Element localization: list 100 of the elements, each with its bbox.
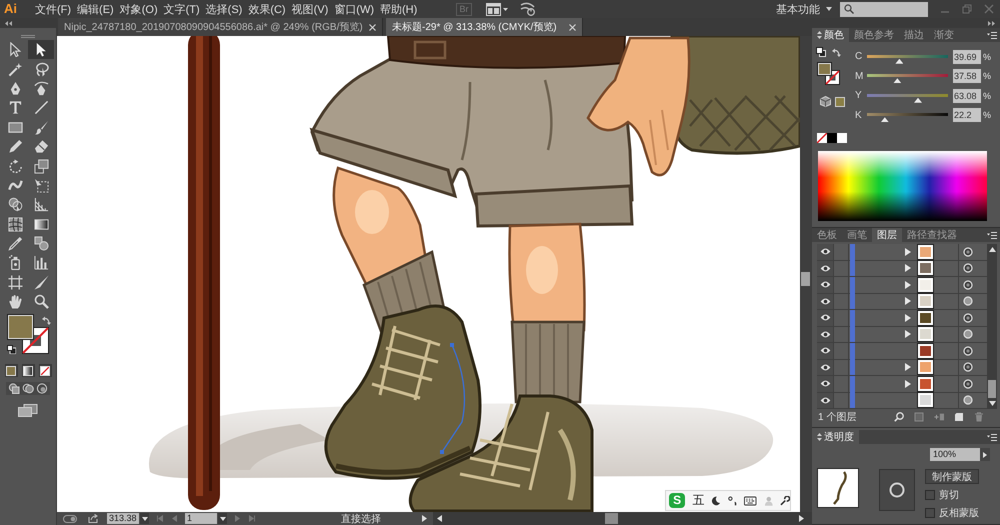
visibility-toggle[interactable] — [817, 343, 833, 358]
search-icon[interactable] — [894, 412, 904, 422]
wrench-icon[interactable] — [780, 496, 790, 506]
layer-row[interactable] — [817, 294, 987, 310]
expand-triangle-icon[interactable] — [905, 264, 911, 272]
target-icon[interactable] — [963, 280, 973, 290]
target-icon[interactable] — [963, 263, 973, 274]
slider-thumb[interactable] — [914, 98, 922, 103]
panel-tab[interactable]: 渐变 — [929, 28, 959, 42]
visibility-toggle[interactable] — [817, 392, 833, 408]
panel-tab[interactable]: 透明度 — [812, 430, 859, 444]
default-colors-icon[interactable] — [7, 345, 16, 354]
scroll-left-icon[interactable] — [437, 515, 442, 522]
gradient-mode-button[interactable] — [22, 364, 34, 378]
layer-row[interactable] — [817, 244, 987, 260]
visibility-toggle[interactable] — [817, 360, 833, 375]
artboard-dropdown[interactable] — [218, 513, 227, 524]
layer-row[interactable] — [817, 277, 987, 294]
direct-selection-tool[interactable] — [28, 40, 54, 60]
opacity-slider-button[interactable] — [980, 448, 990, 461]
scroll-thumb[interactable] — [605, 513, 618, 524]
zoom-dropdown[interactable] — [140, 513, 149, 524]
layer-row[interactable] — [817, 343, 987, 360]
keyboard-icon[interactable] — [744, 496, 757, 506]
panel-tab[interactable]: 色板 — [812, 228, 842, 242]
arrange-documents-icon[interactable] — [486, 2, 508, 16]
menu-item[interactable]: 对象(O) — [120, 2, 158, 16]
panel-menu-icon[interactable] — [987, 434, 997, 440]
color-swatch[interactable] — [827, 133, 837, 143]
target-icon[interactable] — [963, 329, 973, 340]
panel-tab[interactable]: 描边 — [899, 28, 929, 42]
target-icon[interactable] — [963, 296, 973, 306]
menu-item[interactable]: 文字(T) — [164, 2, 200, 16]
menu-item[interactable]: 编辑(E) — [77, 2, 114, 16]
moon-icon[interactable] — [711, 496, 721, 506]
punctuation-icon[interactable] — [728, 496, 738, 506]
fill-swatch[interactable] — [7, 314, 34, 340]
slider-thumb[interactable] — [893, 78, 902, 84]
visibility-toggle[interactable] — [817, 376, 833, 392]
default-colors-icon[interactable] — [816, 47, 826, 57]
screen-mode-icon[interactable] — [18, 404, 38, 418]
target-icon[interactable] — [963, 246, 973, 257]
visibility-toggle[interactable] — [817, 294, 833, 309]
panel-tab[interactable]: 颜色 — [812, 28, 849, 42]
layer-row[interactable] — [817, 376, 987, 392]
expand-triangle-icon[interactable] — [905, 363, 911, 372]
search-field[interactable] — [840, 2, 928, 16]
web-color-swatch[interactable] — [835, 96, 845, 106]
document-tab[interactable]: Nipic_24787180_20190708090904556086.ai* @ 249% (RGB/预览) — [58, 18, 383, 36]
fill-swatch[interactable] — [817, 62, 832, 76]
scroll-up-icon[interactable] — [988, 247, 996, 252]
page-icon[interactable] — [954, 412, 964, 422]
expand-triangle-icon[interactable] — [905, 330, 911, 338]
scroll-down-icon[interactable] — [988, 401, 996, 406]
panel-menu-icon[interactable] — [987, 32, 997, 38]
menu-item[interactable]: 选择(S) — [206, 2, 242, 16]
expand-triangle-icon[interactable] — [905, 248, 911, 256]
collapse-icon[interactable] — [988, 20, 996, 26]
color-swatch[interactable] — [837, 133, 847, 143]
color-spectrum[interactable] — [818, 151, 987, 221]
target-icon[interactable] — [963, 346, 973, 356]
scroll-thumb[interactable] — [988, 380, 996, 398]
slider-thumb[interactable] — [895, 58, 904, 64]
visibility-toggle[interactable] — [817, 244, 833, 260]
visibility-toggle[interactable] — [817, 310, 833, 326]
target-icon[interactable] — [963, 378, 973, 389]
collapse-arrows-icon[interactable] — [817, 433, 822, 441]
panel-tab[interactable]: 路径查找器 — [902, 228, 962, 242]
layers-scrollbar[interactable] — [987, 244, 997, 409]
value-field[interactable]: 39.69 — [953, 50, 981, 64]
expand-triangle-icon[interactable] — [905, 280, 911, 289]
panel-tab[interactable]: 画笔 — [842, 228, 872, 242]
scroll-right-icon[interactable] — [799, 515, 804, 522]
export-icon[interactable] — [88, 514, 98, 523]
value-field[interactable]: 63.08 — [953, 88, 981, 103]
visibility-toggle[interactable] — [817, 326, 833, 342]
expand-triangle-icon[interactable] — [905, 297, 911, 306]
expand-triangle-icon[interactable] — [905, 380, 911, 388]
swap-arrows-icon[interactable] — [832, 48, 841, 56]
menu-item[interactable]: 帮助(H) — [380, 2, 418, 16]
mask-button[interactable] — [879, 469, 915, 511]
none-swatch[interactable] — [817, 133, 827, 143]
make-mask-button[interactable]: 制作蒙版 — [925, 469, 979, 484]
draw-inside-icon[interactable] — [36, 383, 48, 394]
target-icon[interactable] — [963, 312, 973, 323]
layer-row[interactable] — [817, 260, 987, 277]
panel-tab[interactable]: 图层 — [872, 228, 902, 242]
vertical-scrollbar[interactable] — [800, 36, 812, 512]
value-field[interactable]: 22.2 — [953, 108, 981, 122]
layer-row[interactable] — [817, 360, 987, 376]
cube-icon[interactable] — [820, 96, 831, 107]
checkbox[interactable] — [925, 508, 935, 518]
slider-thumb[interactable] — [880, 117, 889, 122]
target-icon[interactable] — [963, 395, 973, 406]
document-tab[interactable]: 未标题-29* @ 313.38% (CMYK/预览) — [386, 18, 583, 36]
layer-row[interactable] — [817, 326, 987, 343]
grip-icon[interactable] — [21, 35, 35, 38]
artwork-thumbnail[interactable] — [818, 469, 858, 507]
collapse-icon[interactable] — [4, 20, 12, 26]
draw-behind-icon[interactable] — [22, 383, 34, 394]
